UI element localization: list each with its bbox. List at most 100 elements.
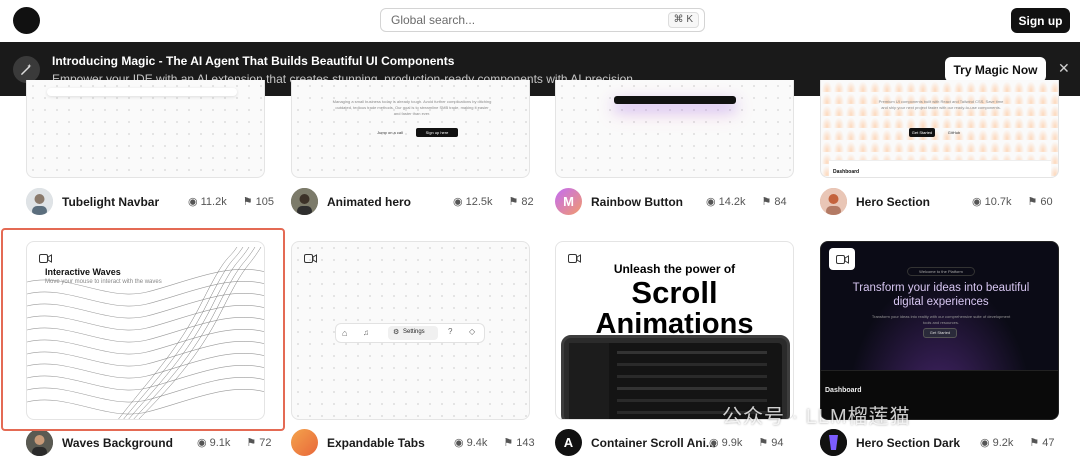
view-count: 14.2k bbox=[718, 195, 746, 208]
card-title[interactable]: Hero Section Dark bbox=[856, 436, 960, 450]
dashboard-label: Dashboard bbox=[833, 169, 860, 175]
author-avatar[interactable]: A bbox=[555, 429, 582, 456]
eye-icon: ◉ bbox=[454, 437, 464, 449]
author-avatar[interactable] bbox=[820, 429, 847, 456]
banner-title: Introducing Magic - The AI Agent That Bu… bbox=[52, 54, 455, 68]
bookmark-icon[interactable]: ⚑ bbox=[1028, 195, 1038, 208]
bookmark-count: 105 bbox=[255, 195, 274, 208]
bookmark-count: 143 bbox=[516, 436, 535, 449]
card-title[interactable]: Expandable Tabs bbox=[327, 436, 425, 450]
shield-icon: ◇ bbox=[469, 327, 476, 336]
try-magic-now-button[interactable]: Try Magic Now bbox=[945, 57, 1046, 82]
bookmark-icon[interactable]: ⚑ bbox=[503, 436, 513, 449]
card-stats: ◉ 10.7k ⚑ 60 bbox=[972, 195, 1053, 209]
hero-preview-text: Managing a small business today is alrea… bbox=[332, 99, 492, 116]
card-title[interactable]: Animated hero bbox=[327, 195, 411, 209]
bookmark-icon[interactable]: ⚑ bbox=[758, 436, 768, 449]
bookmark-icon[interactable]: ⚑ bbox=[246, 436, 256, 449]
rainbow-button-preview bbox=[614, 96, 736, 104]
scroll-preview-line2: Scroll bbox=[631, 275, 718, 310]
preview-github-button: GitHub bbox=[947, 130, 961, 135]
eye-icon: ◉ bbox=[706, 196, 716, 208]
view-count: 11.2k bbox=[200, 195, 227, 208]
sign-up-button[interactable]: Sign up bbox=[1011, 8, 1070, 33]
preview-get-started-button: Get Started bbox=[909, 128, 935, 137]
author-avatar[interactable]: M bbox=[555, 188, 582, 215]
author-avatar[interactable] bbox=[291, 429, 318, 456]
bookmark-count: 72 bbox=[259, 436, 272, 449]
scroll-preview-line1: Unleash the power of bbox=[613, 262, 736, 276]
card-stats: ◉ 9.1k ⚑ 72 bbox=[197, 436, 272, 450]
card-thumbnail[interactable]: ⌂ ♫ ⚙ Settings ? ◇ bbox=[291, 241, 530, 420]
author-avatar[interactable] bbox=[26, 188, 53, 215]
bookmark-icon[interactable]: ⚑ bbox=[762, 195, 772, 208]
welcome-pill: Welcome to the Platform bbox=[907, 267, 975, 276]
gear-icon: ⚙ bbox=[393, 329, 400, 336]
eye-icon: ◉ bbox=[188, 196, 198, 208]
dark-hero-preview-subtitle: Transform your ideas into reality with o… bbox=[871, 314, 1011, 325]
bookmark-count: 84 bbox=[774, 195, 787, 208]
card-stats: ◉ 11.2k ⚑ 105 bbox=[188, 195, 274, 209]
eye-icon: ◉ bbox=[972, 196, 982, 208]
site-logo[interactable] bbox=[13, 7, 40, 34]
view-count: 9.2k bbox=[992, 436, 1014, 449]
magic-wand-icon bbox=[13, 56, 40, 83]
eye-icon: ◉ bbox=[197, 437, 207, 449]
card-thumbnail[interactable]: Premium UI components built with React a… bbox=[820, 80, 1059, 178]
view-count: 12.5k bbox=[465, 195, 493, 208]
card-stats: ◉ 9.2k ⚑ 47 bbox=[980, 436, 1055, 450]
preview-get-started-button: Get Started bbox=[923, 328, 957, 338]
search-input[interactable] bbox=[381, 9, 704, 31]
bookmark-count: 94 bbox=[771, 436, 784, 449]
bookmark-count: 60 bbox=[1040, 195, 1053, 208]
hero-preview-text: Premium UI components built with React a… bbox=[878, 99, 1004, 110]
bell-icon: ♫ bbox=[363, 328, 369, 337]
settings-tab-label: Settings bbox=[403, 329, 425, 335]
view-count: 9.1k bbox=[209, 436, 231, 449]
watermark-text: 公众号 · LLM榴莲猫 bbox=[722, 406, 911, 428]
dark-hero-preview-title: Transform your ideas into beautiful digi… bbox=[852, 282, 1030, 308]
view-count: 9.9k bbox=[721, 436, 743, 449]
card-title[interactable]: Container Scroll Ani... bbox=[591, 436, 716, 450]
navbar-preview bbox=[47, 88, 237, 96]
dashboard-label: Dashboard bbox=[825, 387, 862, 394]
top-navigation: ⌘ K Sign up bbox=[0, 0, 1080, 42]
bookmark-icon[interactable]: ⚑ bbox=[243, 195, 253, 208]
eye-icon: ◉ bbox=[453, 196, 463, 208]
global-search[interactable]: ⌘ K bbox=[380, 8, 705, 32]
tabs-preview: ⌂ ♫ ⚙ Settings ? ◇ bbox=[335, 323, 485, 343]
card-title[interactable]: Rainbow Button bbox=[591, 195, 683, 209]
eye-icon: ◉ bbox=[709, 437, 719, 449]
card-thumbnail[interactable] bbox=[26, 80, 265, 178]
card-thumbnail[interactable] bbox=[555, 80, 794, 178]
bookmark-icon[interactable]: ⚑ bbox=[509, 195, 519, 208]
help-icon: ? bbox=[448, 327, 453, 336]
author-avatar[interactable] bbox=[26, 429, 53, 456]
author-avatar[interactable] bbox=[820, 188, 847, 215]
selection-highlight bbox=[1, 228, 285, 431]
settings-tab-preview: ⚙ Settings bbox=[388, 326, 438, 340]
bookmark-count: 82 bbox=[521, 195, 534, 208]
card-thumbnail[interactable]: Managing a small business today is alrea… bbox=[291, 80, 530, 178]
card-title[interactable]: Tubelight Navbar bbox=[62, 195, 159, 209]
view-count: 9.4k bbox=[466, 436, 488, 449]
author-avatar[interactable] bbox=[291, 188, 318, 215]
search-shortcut-badge: ⌘ K bbox=[667, 12, 699, 28]
video-camera-icon bbox=[829, 248, 855, 270]
card-stats: ◉ 9.9k ⚑ 94 bbox=[709, 436, 784, 450]
bookmark-count: 47 bbox=[1042, 436, 1055, 449]
card-stats: ◉ 9.4k ⚑ 143 bbox=[454, 436, 535, 450]
card-thumbnail[interactable]: Unleash the power of Scroll Animations bbox=[555, 241, 794, 420]
dashboard-preview: Dashboard bbox=[829, 160, 1051, 177]
card-title[interactable]: Waves Background bbox=[62, 436, 173, 450]
bookmark-icon[interactable]: ⚑ bbox=[1029, 436, 1039, 449]
card-stats: ◉ 14.2k ⚑ 84 bbox=[706, 195, 787, 209]
view-count: 10.7k bbox=[984, 195, 1012, 208]
eye-icon: ◉ bbox=[980, 437, 990, 449]
preview-call-button: Jump on a call bbox=[377, 130, 403, 135]
card-title[interactable]: Hero Section bbox=[856, 195, 930, 209]
preview-signup-button: Sign up here bbox=[416, 128, 458, 137]
close-icon[interactable]: ✕ bbox=[1058, 60, 1070, 77]
video-camera-icon bbox=[304, 252, 317, 266]
card-thumbnail[interactable]: Welcome to the Platform Transform your i… bbox=[820, 241, 1059, 420]
